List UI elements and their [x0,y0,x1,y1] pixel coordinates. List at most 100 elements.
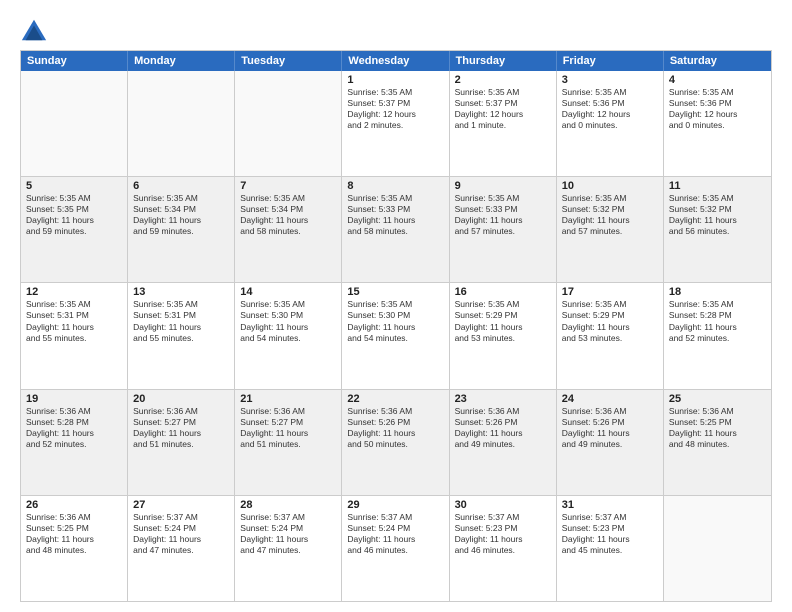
day-number: 29 [347,499,443,511]
day-number: 3 [562,74,658,86]
day-number: 30 [455,499,551,511]
header-day-tuesday: Tuesday [235,51,342,71]
day-info: Sunrise: 5:37 AM Sunset: 5:24 PM Dayligh… [133,512,229,556]
calendar-row-4: 19Sunrise: 5:36 AM Sunset: 5:28 PM Dayli… [21,389,771,495]
day-number: 6 [133,180,229,192]
day-number: 24 [562,393,658,405]
day-info: Sunrise: 5:35 AM Sunset: 5:34 PM Dayligh… [240,193,336,237]
calendar-header: SundayMondayTuesdayWednesdayThursdayFrid… [21,51,771,71]
day-number: 2 [455,74,551,86]
calendar-cell-26: 26Sunrise: 5:36 AM Sunset: 5:25 PM Dayli… [21,496,128,601]
calendar-cell-23: 23Sunrise: 5:36 AM Sunset: 5:26 PM Dayli… [450,390,557,495]
calendar-cell-30: 30Sunrise: 5:37 AM Sunset: 5:23 PM Dayli… [450,496,557,601]
calendar-cell-16: 16Sunrise: 5:35 AM Sunset: 5:29 PM Dayli… [450,283,557,388]
header-day-thursday: Thursday [450,51,557,71]
calendar-cell-10: 10Sunrise: 5:35 AM Sunset: 5:32 PM Dayli… [557,177,664,282]
day-number: 22 [347,393,443,405]
calendar-cell-27: 27Sunrise: 5:37 AM Sunset: 5:24 PM Dayli… [128,496,235,601]
day-info: Sunrise: 5:35 AM Sunset: 5:35 PM Dayligh… [26,193,122,237]
day-info: Sunrise: 5:35 AM Sunset: 5:37 PM Dayligh… [455,87,551,131]
calendar-cell-20: 20Sunrise: 5:36 AM Sunset: 5:27 PM Dayli… [128,390,235,495]
day-info: Sunrise: 5:35 AM Sunset: 5:32 PM Dayligh… [562,193,658,237]
calendar-cell-22: 22Sunrise: 5:36 AM Sunset: 5:26 PM Dayli… [342,390,449,495]
day-info: Sunrise: 5:36 AM Sunset: 5:27 PM Dayligh… [133,406,229,450]
calendar: SundayMondayTuesdayWednesdayThursdayFrid… [20,50,772,602]
calendar-cell-4: 4Sunrise: 5:35 AM Sunset: 5:36 PM Daylig… [664,71,771,176]
day-number: 17 [562,286,658,298]
day-number: 26 [26,499,122,511]
header-day-monday: Monday [128,51,235,71]
day-number: 4 [669,74,766,86]
calendar-cell-empty-0-1 [128,71,235,176]
day-number: 23 [455,393,551,405]
day-info: Sunrise: 5:35 AM Sunset: 5:29 PM Dayligh… [562,299,658,343]
day-number: 10 [562,180,658,192]
day-info: Sunrise: 5:37 AM Sunset: 5:23 PM Dayligh… [455,512,551,556]
calendar-row-1: 1Sunrise: 5:35 AM Sunset: 5:37 PM Daylig… [21,71,771,176]
day-info: Sunrise: 5:36 AM Sunset: 5:25 PM Dayligh… [669,406,766,450]
day-info: Sunrise: 5:35 AM Sunset: 5:28 PM Dayligh… [669,299,766,343]
day-number: 19 [26,393,122,405]
day-info: Sunrise: 5:35 AM Sunset: 5:31 PM Dayligh… [26,299,122,343]
day-number: 28 [240,499,336,511]
day-info: Sunrise: 5:35 AM Sunset: 5:33 PM Dayligh… [347,193,443,237]
day-info: Sunrise: 5:35 AM Sunset: 5:33 PM Dayligh… [455,193,551,237]
day-info: Sunrise: 5:35 AM Sunset: 5:30 PM Dayligh… [347,299,443,343]
calendar-cell-2: 2Sunrise: 5:35 AM Sunset: 5:37 PM Daylig… [450,71,557,176]
calendar-cell-12: 12Sunrise: 5:35 AM Sunset: 5:31 PM Dayli… [21,283,128,388]
calendar-cell-17: 17Sunrise: 5:35 AM Sunset: 5:29 PM Dayli… [557,283,664,388]
day-info: Sunrise: 5:37 AM Sunset: 5:24 PM Dayligh… [240,512,336,556]
calendar-cell-5: 5Sunrise: 5:35 AM Sunset: 5:35 PM Daylig… [21,177,128,282]
day-info: Sunrise: 5:36 AM Sunset: 5:28 PM Dayligh… [26,406,122,450]
day-number: 20 [133,393,229,405]
day-number: 9 [455,180,551,192]
day-number: 13 [133,286,229,298]
calendar-cell-29: 29Sunrise: 5:37 AM Sunset: 5:24 PM Dayli… [342,496,449,601]
calendar-cell-3: 3Sunrise: 5:35 AM Sunset: 5:36 PM Daylig… [557,71,664,176]
day-info: Sunrise: 5:37 AM Sunset: 5:24 PM Dayligh… [347,512,443,556]
calendar-cell-6: 6Sunrise: 5:35 AM Sunset: 5:34 PM Daylig… [128,177,235,282]
day-info: Sunrise: 5:35 AM Sunset: 5:32 PM Dayligh… [669,193,766,237]
calendar-cell-11: 11Sunrise: 5:35 AM Sunset: 5:32 PM Dayli… [664,177,771,282]
day-number: 21 [240,393,336,405]
calendar-cell-empty-0-2 [235,71,342,176]
calendar-cell-9: 9Sunrise: 5:35 AM Sunset: 5:33 PM Daylig… [450,177,557,282]
calendar-row-3: 12Sunrise: 5:35 AM Sunset: 5:31 PM Dayli… [21,282,771,388]
day-info: Sunrise: 5:36 AM Sunset: 5:25 PM Dayligh… [26,512,122,556]
calendar-cell-8: 8Sunrise: 5:35 AM Sunset: 5:33 PM Daylig… [342,177,449,282]
header-day-wednesday: Wednesday [342,51,449,71]
calendar-cell-31: 31Sunrise: 5:37 AM Sunset: 5:23 PM Dayli… [557,496,664,601]
day-number: 31 [562,499,658,511]
day-number: 1 [347,74,443,86]
day-info: Sunrise: 5:35 AM Sunset: 5:37 PM Dayligh… [347,87,443,131]
day-info: Sunrise: 5:35 AM Sunset: 5:30 PM Dayligh… [240,299,336,343]
day-number: 8 [347,180,443,192]
header-day-friday: Friday [557,51,664,71]
day-number: 11 [669,180,766,192]
day-number: 12 [26,286,122,298]
calendar-row-2: 5Sunrise: 5:35 AM Sunset: 5:35 PM Daylig… [21,176,771,282]
day-number: 27 [133,499,229,511]
calendar-cell-1: 1Sunrise: 5:35 AM Sunset: 5:37 PM Daylig… [342,71,449,176]
day-info: Sunrise: 5:36 AM Sunset: 5:26 PM Dayligh… [347,406,443,450]
day-number: 15 [347,286,443,298]
calendar-cell-empty-0-0 [21,71,128,176]
logo [20,16,52,44]
calendar-body: 1Sunrise: 5:35 AM Sunset: 5:37 PM Daylig… [21,71,771,601]
calendar-cell-28: 28Sunrise: 5:37 AM Sunset: 5:24 PM Dayli… [235,496,342,601]
calendar-cell-19: 19Sunrise: 5:36 AM Sunset: 5:28 PM Dayli… [21,390,128,495]
day-info: Sunrise: 5:35 AM Sunset: 5:34 PM Dayligh… [133,193,229,237]
day-info: Sunrise: 5:36 AM Sunset: 5:26 PM Dayligh… [562,406,658,450]
header-day-saturday: Saturday [664,51,771,71]
day-info: Sunrise: 5:36 AM Sunset: 5:26 PM Dayligh… [455,406,551,450]
day-number: 7 [240,180,336,192]
day-info: Sunrise: 5:36 AM Sunset: 5:27 PM Dayligh… [240,406,336,450]
calendar-row-5: 26Sunrise: 5:36 AM Sunset: 5:25 PM Dayli… [21,495,771,601]
day-number: 25 [669,393,766,405]
calendar-cell-25: 25Sunrise: 5:36 AM Sunset: 5:25 PM Dayli… [664,390,771,495]
page: SundayMondayTuesdayWednesdayThursdayFrid… [0,0,792,612]
calendar-cell-15: 15Sunrise: 5:35 AM Sunset: 5:30 PM Dayli… [342,283,449,388]
calendar-cell-18: 18Sunrise: 5:35 AM Sunset: 5:28 PM Dayli… [664,283,771,388]
day-number: 18 [669,286,766,298]
day-info: Sunrise: 5:35 AM Sunset: 5:31 PM Dayligh… [133,299,229,343]
